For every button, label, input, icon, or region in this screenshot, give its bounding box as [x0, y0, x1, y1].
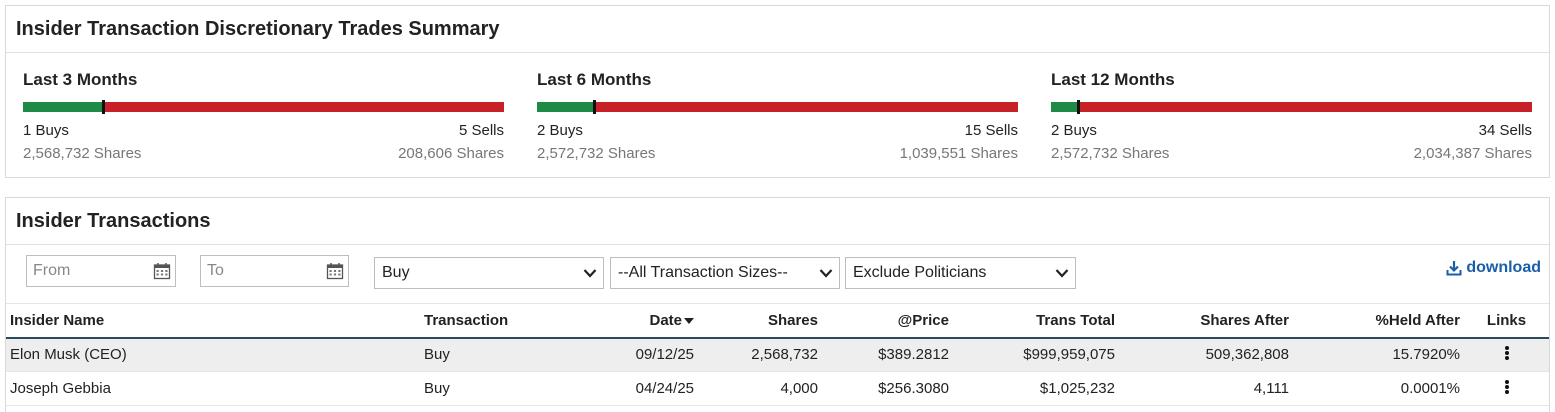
transaction-size-select[interactable]: --All Transaction Sizes-- [610, 257, 840, 289]
sells-count: 5 Sells [458, 122, 504, 139]
col-shares-after[interactable]: Shares After [1119, 303, 1293, 339]
transaction-date: 09/12/25 [550, 337, 698, 372]
bar-marker [1076, 100, 1080, 114]
insider-name: Elon Musk (CEO) [6, 337, 420, 372]
transaction-type: Buy [420, 337, 550, 372]
buy-sell-bar [1051, 100, 1532, 114]
chevron-down-icon [1055, 269, 1069, 278]
col-price[interactable]: @Price [822, 303, 953, 339]
buy-shares: 2,572,732 Shares [537, 145, 656, 162]
to-date-placeholder: To [207, 262, 224, 279]
download-link[interactable]: download [1446, 259, 1541, 277]
period-label: Last 3 Months [23, 70, 138, 89]
download-label: download [1466, 259, 1541, 276]
buy-fill [23, 102, 104, 112]
calendar-icon[interactable] [326, 262, 344, 280]
sell-shares: 2,034,387 Shares [1413, 145, 1532, 162]
table-row: Joseph Gebbia Buy 04/24/25 4,000 $256.30… [6, 371, 1549, 406]
table-header-row: Insider Name Transaction Date Shares @Pr… [6, 303, 1549, 339]
buy-shares: 2,568,732 Shares [23, 145, 142, 162]
col-insider-name[interactable]: Insider Name [6, 303, 420, 339]
transactions-panel: Insider Transactions From To Buy --All T… [5, 197, 1550, 412]
buy-sell-bar [23, 100, 504, 114]
col-links: Links [1464, 303, 1549, 339]
shares: 4,000 [698, 371, 822, 406]
politicians-value: Exclude Politicians [853, 264, 987, 281]
transaction-date: 04/24/25 [550, 371, 698, 406]
filter-bar: From To Buy --All Transaction Sizes-- Ex… [6, 255, 1549, 289]
sells-count: 15 Sells [964, 122, 1018, 139]
summary-panel: Insider Transaction Discretionary Trades… [5, 5, 1550, 178]
col-date-label: Date [649, 311, 682, 329]
col-trans-total[interactable]: Trans Total [953, 303, 1119, 339]
calendar-icon[interactable] [153, 262, 171, 280]
col-date[interactable]: Date [550, 303, 698, 339]
trans-total: $999,959,075 [953, 337, 1119, 372]
from-date-input[interactable]: From [26, 255, 176, 287]
price: $256.3080 [822, 371, 953, 406]
more-options-icon[interactable] [1504, 379, 1509, 395]
period-label: Last 6 Months [537, 70, 652, 89]
summary-title: Insider Transaction Discretionary Trades… [6, 6, 1549, 53]
from-date-placeholder: From [33, 262, 71, 279]
sells-count: 34 Sells [1478, 122, 1532, 139]
buy-fill [1051, 102, 1078, 112]
bar-marker [102, 100, 106, 114]
held-after: 15.7920% [1293, 337, 1464, 372]
period-label: Last 12 Months [1051, 70, 1175, 89]
buy-fill [537, 102, 594, 112]
sell-shares: 208,606 Shares [398, 145, 504, 162]
transactions-table: Insider Name Transaction Date Shares @Pr… [6, 303, 1549, 406]
shares-after: 4,111 [1119, 371, 1293, 406]
buys-count: 2 Buys [537, 122, 583, 139]
buys-count: 1 Buys [23, 122, 69, 139]
sell-shares: 1,039,551 Shares [899, 145, 1018, 162]
to-date-input[interactable]: To [200, 255, 349, 287]
transaction-type-select[interactable]: Buy [374, 257, 604, 289]
shares-after: 509,362,808 [1119, 337, 1293, 372]
col-held-after[interactable]: %Held After [1293, 303, 1464, 339]
download-icon [1446, 261, 1462, 276]
held-after: 0.0001% [1293, 371, 1464, 406]
bar-marker [592, 100, 596, 114]
row-links [1464, 371, 1549, 406]
insider-name: Joseph Gebbia [6, 371, 420, 406]
transactions-title: Insider Transactions [6, 198, 1549, 245]
buy-shares: 2,572,732 Shares [1051, 145, 1170, 162]
politicians-select[interactable]: Exclude Politicians [845, 257, 1076, 289]
chevron-down-icon [583, 269, 597, 278]
shares: 2,568,732 [698, 337, 822, 372]
row-links [1464, 337, 1549, 372]
chevron-down-icon [819, 269, 833, 278]
sort-down-icon [684, 317, 694, 324]
transaction-type: Buy [420, 371, 550, 406]
col-shares[interactable]: Shares [698, 303, 822, 339]
buy-sell-bar [537, 100, 1018, 114]
trans-total: $1,025,232 [953, 371, 1119, 406]
more-options-icon[interactable] [1504, 345, 1509, 361]
price: $389.2812 [822, 337, 953, 372]
col-transaction[interactable]: Transaction [420, 303, 550, 339]
transaction-size-value: --All Transaction Sizes-- [618, 264, 788, 281]
transaction-type-value: Buy [382, 264, 410, 281]
buys-count: 2 Buys [1051, 122, 1097, 139]
table-row: Elon Musk (CEO) Buy 09/12/25 2,568,732 $… [6, 337, 1549, 372]
